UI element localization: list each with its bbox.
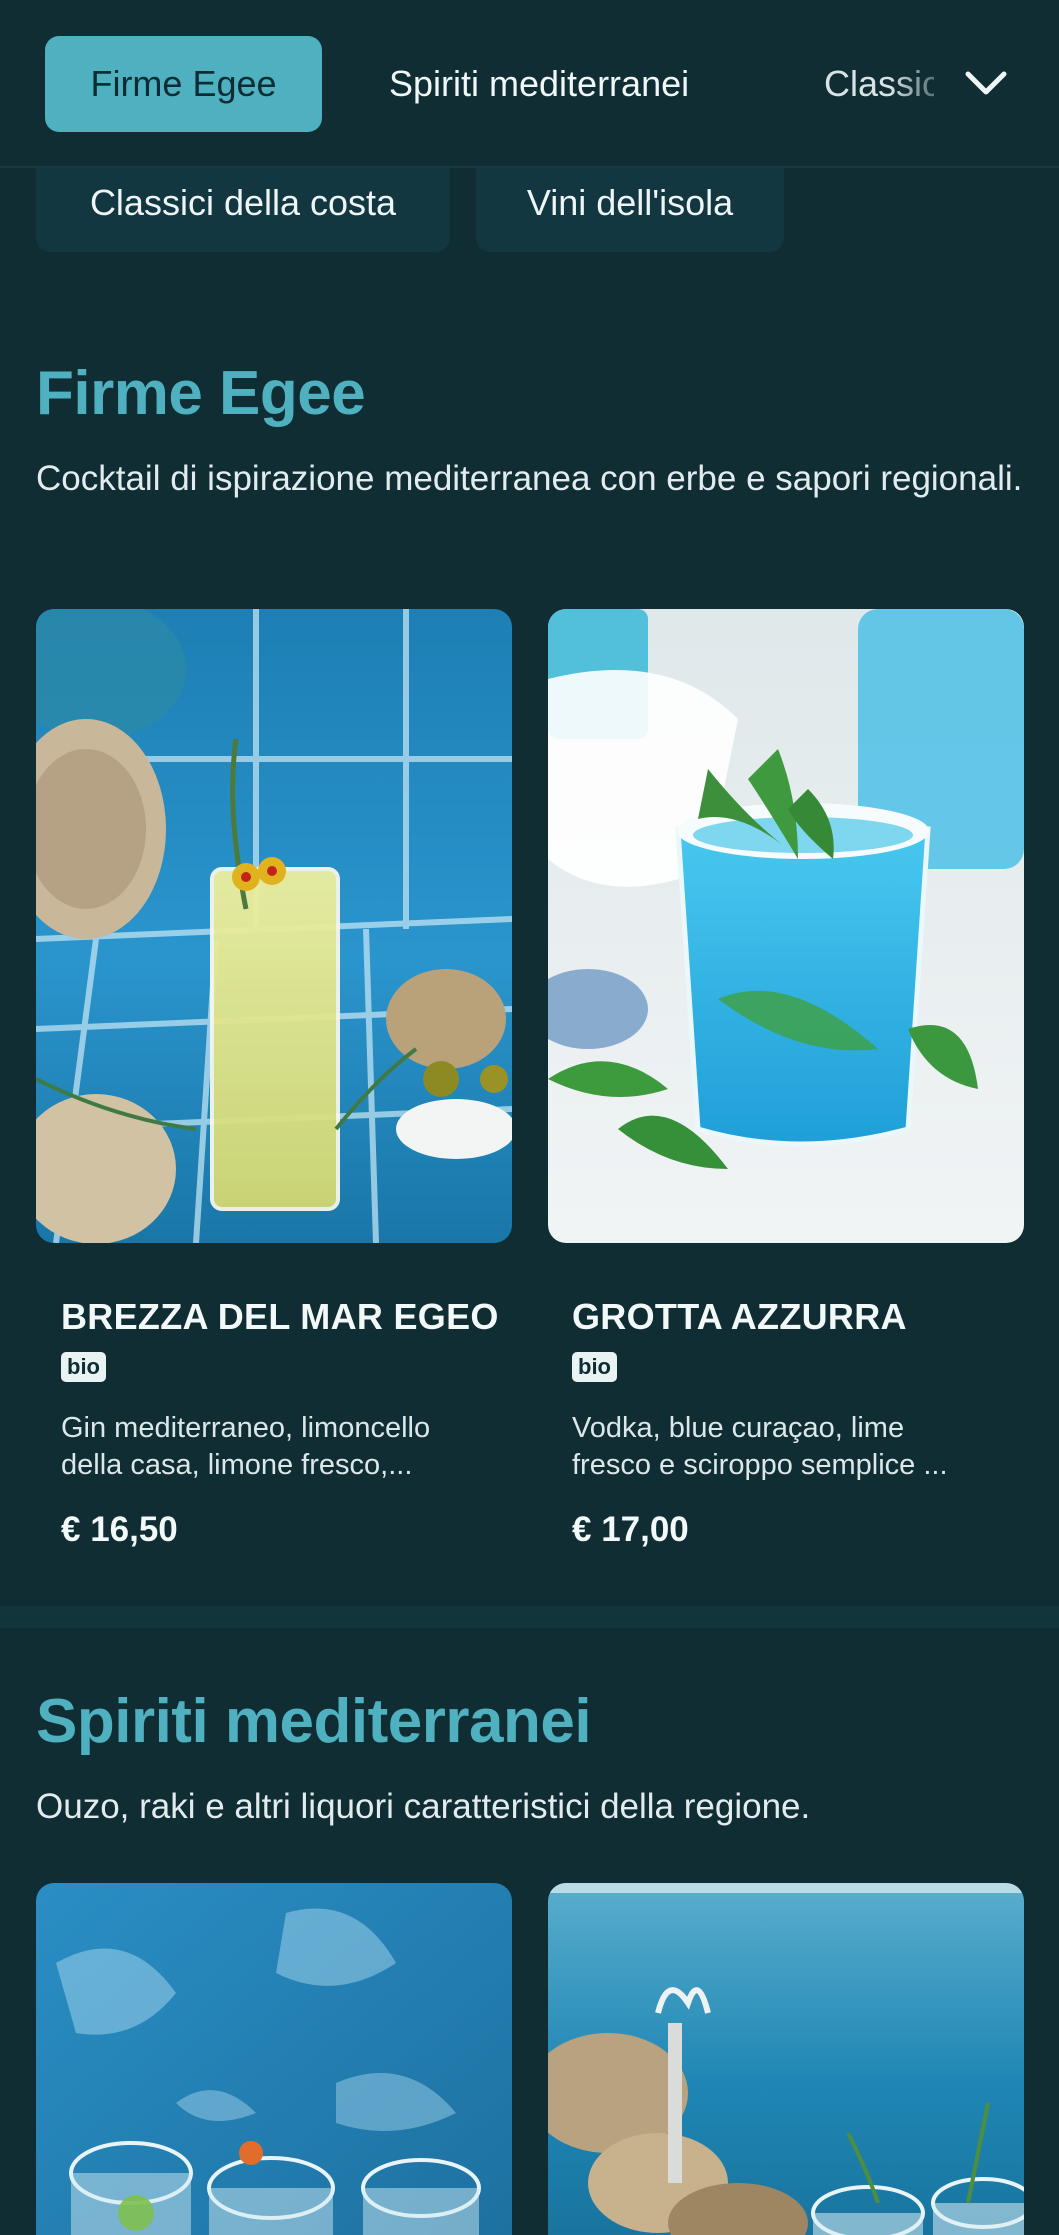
- section-description: Cocktail di ispirazione mediterranea con…: [36, 459, 1023, 498]
- organic-badge: bio: [61, 1352, 106, 1382]
- section-description: Ouzo, raki e altri liquori caratteristic…: [36, 1787, 811, 1826]
- cocktail-description-line: Gin mediterraneo, limoncello: [61, 1412, 431, 1444]
- chevron-down-icon[interactable]: [960, 58, 1012, 110]
- tab-overflow-fade: [890, 36, 960, 132]
- section-divider: [0, 1606, 1059, 1628]
- chip-classici-della-costa[interactable]: Classici della costa: [36, 160, 450, 252]
- menu-page: Firme Egee Spiriti mediterranei Classici…: [0, 0, 1059, 2235]
- cocktail-name: GROTTA AZZURRA: [572, 1296, 907, 1337]
- chip-vini-dell-isola[interactable]: Vini dell'isola: [476, 160, 784, 252]
- spirit-image-1[interactable]: [36, 1883, 512, 2235]
- organic-badge: bio: [572, 1352, 617, 1382]
- section-title: Spiriti mediterranei: [36, 1687, 592, 1756]
- cocktail-image-grotta[interactable]: [548, 609, 1024, 1243]
- cocktail-name: BREZZA DEL MAR EGEO: [61, 1296, 499, 1337]
- cocktail-description-line: Vodka, blue curaçao, lime: [572, 1412, 905, 1444]
- cocktail-description-line: della casa, limone fresco,...: [61, 1449, 413, 1481]
- category-nav: Firme Egee Spiriti mediterranei Classici…: [0, 0, 1059, 168]
- section-title: Firme Egee: [36, 359, 366, 428]
- spirit-image-2[interactable]: [548, 1883, 1024, 2235]
- cocktail-image-brezza[interactable]: [36, 609, 512, 1243]
- tab-spiriti-mediterranei[interactable]: Spiriti mediterranei: [389, 36, 689, 132]
- cocktail-price: € 17,00: [572, 1510, 689, 1549]
- cocktail-price: € 16,50: [61, 1510, 178, 1549]
- cocktail-description-line: fresco e sciroppo semplice ...: [572, 1449, 948, 1481]
- tab-firme-egee[interactable]: Firme Egee: [45, 36, 322, 132]
